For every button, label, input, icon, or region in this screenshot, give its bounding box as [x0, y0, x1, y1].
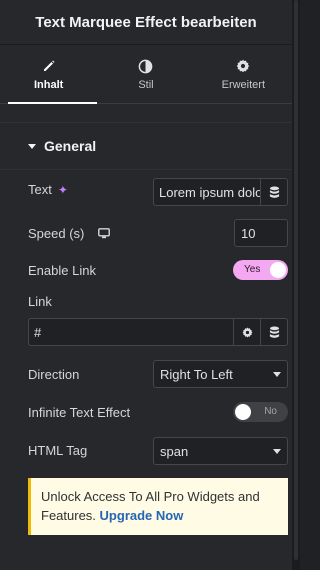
enable-link-state: Yes [244, 264, 261, 275]
link-settings-icon[interactable] [233, 319, 260, 345]
text-input[interactable]: Lorem ipsum dolo [153, 178, 288, 206]
tab-content-label: Inhalt [33, 79, 64, 91]
tab-content[interactable]: Inhalt [0, 45, 98, 104]
infinite-state: No [264, 406, 277, 417]
link-input[interactable]: # [28, 318, 288, 346]
upgrade-now-link[interactable]: Upgrade Now [100, 508, 184, 523]
link-row: Link [28, 294, 280, 309]
html-tag-value: span [160, 443, 189, 459]
text-value[interactable]: Lorem ipsum dolo [154, 179, 260, 205]
speed-input[interactable]: 10 [234, 219, 288, 247]
speed-value[interactable]: 10 [241, 226, 255, 241]
panel-title: Text Marquee Effect bearbeiten [35, 13, 257, 31]
section-general: General [0, 122, 292, 170]
half-circle-icon [138, 57, 153, 75]
infinite-label: Infinite Text Effect [28, 405, 131, 420]
link-value[interactable]: # [29, 319, 233, 345]
panel-tabs: Inhalt Stil Erweitert [0, 45, 292, 104]
infinite-toggle[interactable]: No [233, 402, 288, 422]
section-general-toggle[interactable]: General [0, 122, 292, 170]
toggle-knob [235, 404, 251, 420]
enable-link-toggle[interactable]: Yes [233, 260, 288, 280]
editor-panel: Text Marquee Effect bearbeiten Inhalt St… [0, 0, 292, 570]
pencil-icon [42, 57, 56, 75]
html-tag-select[interactable]: span [153, 437, 288, 465]
text-label: Text [28, 182, 52, 197]
ai-sparkle-icon[interactable]: ✦ [58, 183, 68, 197]
html-tag-label: HTML Tag [28, 443, 88, 458]
chevron-down-icon [273, 371, 281, 377]
caret-down-icon [28, 143, 36, 149]
enable-link-label: Enable Link [28, 263, 96, 278]
direction-label: Direction [28, 367, 80, 382]
toggle-knob [270, 262, 286, 278]
tab-advanced-label: Erweitert [221, 79, 266, 91]
panel-header: Text Marquee Effect bearbeiten [0, 0, 292, 45]
chevron-down-icon [273, 448, 281, 454]
tab-advanced[interactable]: Erweitert [195, 45, 292, 103]
scrollbar-thumb[interactable] [294, 0, 298, 560]
tab-style[interactable]: Stil [97, 45, 194, 103]
pro-upgrade-notice: Unlock Access To All Pro Widgets and Fea… [28, 478, 288, 535]
database-icon[interactable] [260, 179, 287, 205]
direction-select[interactable]: Right To Left [153, 360, 288, 388]
direction-value: Right To Left [160, 366, 233, 382]
database-icon[interactable] [260, 319, 287, 345]
speed-label: Speed (s) [28, 226, 85, 241]
section-title: General [44, 138, 97, 154]
tab-style-label: Stil [138, 79, 154, 91]
scrollbar[interactable] [292, 0, 300, 570]
desktop-icon[interactable] [98, 228, 111, 239]
gear-icon [236, 57, 250, 75]
link-label: Link [28, 294, 52, 309]
